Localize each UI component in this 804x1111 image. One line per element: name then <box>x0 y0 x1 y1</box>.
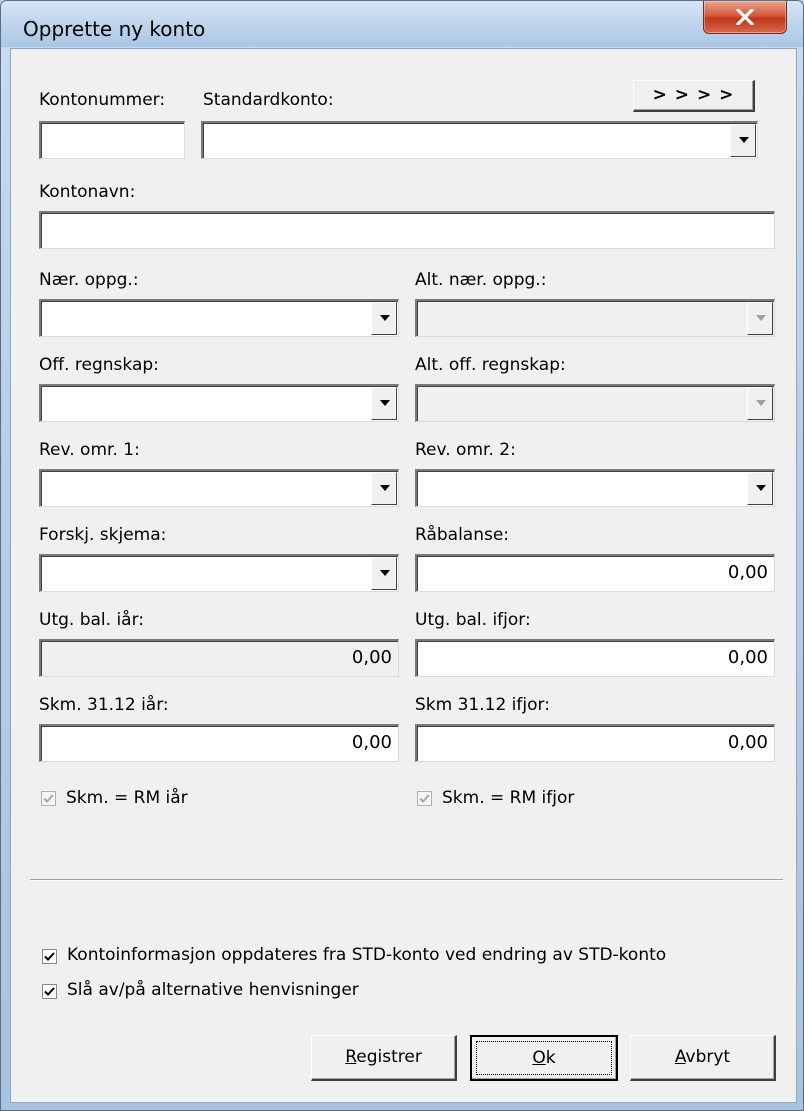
chevron-down-icon[interactable] <box>371 472 397 505</box>
avbryt-button[interactable]: Avbryt <box>630 1035 776 1081</box>
kontonavn-label: Kontonavn: <box>39 182 136 202</box>
ok-button[interactable]: Ok <box>470 1035 618 1081</box>
skm-rm-iar-label: Skm. = RM iår <box>66 788 188 808</box>
sla-av-pa-checkbox[interactable] <box>42 984 57 999</box>
skm-rm-ifjor-checkbox <box>417 791 432 806</box>
chevron-down-icon[interactable] <box>730 124 756 157</box>
off-regnskap-label: Off. regnskap: <box>39 355 159 375</box>
chevron-down-icon[interactable] <box>371 557 397 590</box>
window-title: Opprette ny konto <box>23 17 206 41</box>
chevron-down-icon <box>747 302 773 335</box>
naer-oppg-label: Nær. oppg.: <box>39 270 139 290</box>
rabalanse-input[interactable]: 0,00 <box>415 554 775 592</box>
skm-ifjor-label: Skm 31.12 ifjor: <box>415 695 550 715</box>
rev-omr-2-select[interactable] <box>415 469 775 507</box>
separator <box>30 879 783 881</box>
chevron-down-icon[interactable] <box>747 472 773 505</box>
forskj-skjema-label: Forskj. skjema: <box>39 525 167 545</box>
alt-naer-oppg-label: Alt. nær. oppg.: <box>415 270 547 290</box>
off-regnskap-select[interactable] <box>39 384 399 422</box>
utg-bal-ifjor-input[interactable]: 0,00 <box>415 639 775 677</box>
forskj-skjema-select[interactable] <box>39 554 399 592</box>
alt-naer-oppg-select <box>415 299 775 337</box>
alt-off-regnskap-label: Alt. off. regnskap: <box>415 355 566 375</box>
skm-rm-ifjor-label: Skm. = RM ifjor <box>442 788 575 808</box>
chevron-down-icon[interactable] <box>371 302 397 335</box>
chevron-down-icon <box>747 387 773 420</box>
sla-av-pa-label[interactable]: Slå av/på alternative henvisninger <box>67 980 359 1000</box>
rev-omr-2-label: Rev. omr. 2: <box>415 440 516 460</box>
naer-oppg-select[interactable] <box>39 299 399 337</box>
skm-iar-label: Skm. 31.12 iår: <box>39 695 169 715</box>
skm-iar-input[interactable]: 0,00 <box>39 724 399 762</box>
kontoinfo-checkbox[interactable] <box>42 949 57 964</box>
check-icon <box>43 794 54 803</box>
title-bar[interactable]: Opprette ny konto <box>1 1 803 47</box>
utg-bal-iar-label: Utg. bal. iår: <box>39 610 145 630</box>
utg-bal-iar-input: 0,00 <box>39 639 399 677</box>
standardkonto-select[interactable] <box>201 121 758 159</box>
rev-omr-1-label: Rev. omr. 1: <box>39 440 140 460</box>
kontoinfo-label[interactable]: Kontoinformasjon oppdateres fra STD-kont… <box>67 945 666 965</box>
check-icon <box>44 987 55 996</box>
close-button[interactable] <box>703 1 787 34</box>
focus-rect <box>476 1041 612 1075</box>
dialog-window: Opprette ny konto Kontonummer: Standardk… <box>0 0 804 1111</box>
chevron-down-icon[interactable] <box>371 387 397 420</box>
kontonavn-input[interactable] <box>39 211 775 249</box>
kontonummer-label: Kontonummer: <box>39 90 166 110</box>
close-icon <box>736 9 754 25</box>
standardkonto-label: Standardkonto: <box>203 90 334 110</box>
kontonummer-input[interactable] <box>39 121 185 159</box>
utg-bal-ifjor-label: Utg. bal. ifjor: <box>415 610 531 630</box>
registrer-button[interactable]: Registrer <box>311 1035 457 1081</box>
check-icon <box>44 952 55 961</box>
alt-off-regnskap-select <box>415 384 775 422</box>
rabalanse-label: Råbalanse: <box>415 525 510 545</box>
skm-ifjor-input[interactable]: 0,00 <box>415 724 775 762</box>
rev-omr-1-select[interactable] <box>39 469 399 507</box>
check-icon <box>419 794 430 803</box>
skm-rm-iar-checkbox <box>41 791 56 806</box>
expand-button[interactable]: > > > > <box>633 80 755 112</box>
